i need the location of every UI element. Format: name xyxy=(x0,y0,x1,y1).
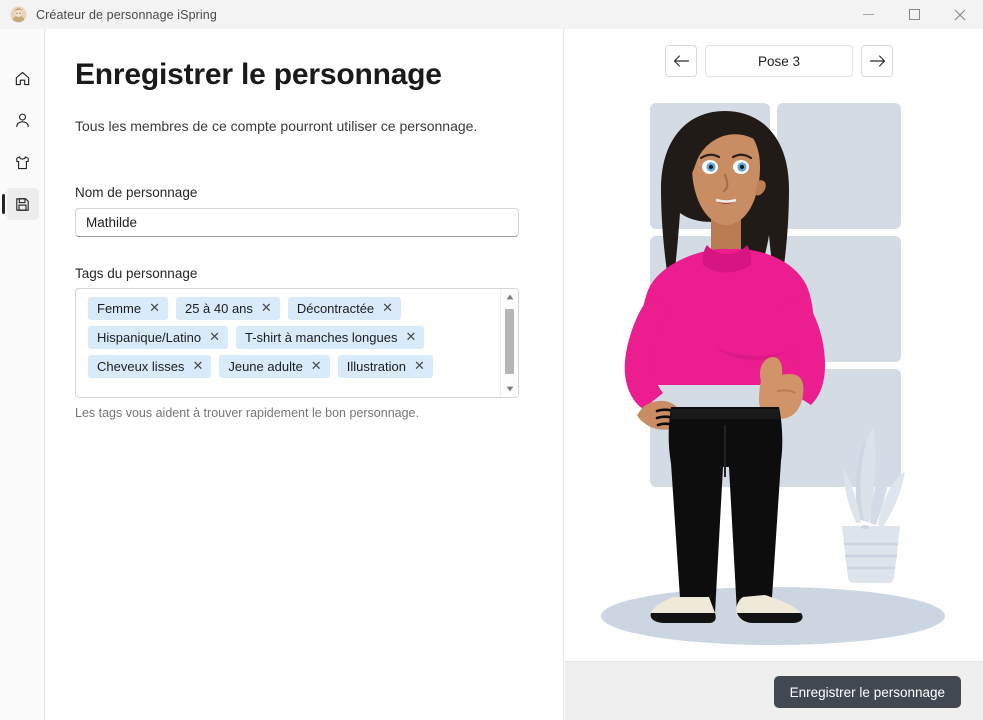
app-window: Créateur de personnage iSpring xyxy=(0,0,983,720)
tag-label: Cheveux lisses xyxy=(97,359,184,374)
tags-hint-text: Les tags vous aident à trouver rapidemen… xyxy=(75,406,419,420)
scroll-up-icon[interactable] xyxy=(501,289,518,305)
previous-pose-button[interactable] xyxy=(665,45,697,77)
sidebar-item-save[interactable] xyxy=(0,183,45,225)
tag-label: Décontractée xyxy=(297,301,374,316)
tag-label: 25 à 40 ans xyxy=(185,301,253,316)
sidebar-rail xyxy=(0,29,45,720)
sidebar-item-home[interactable] xyxy=(0,57,45,99)
tags-scrollbar[interactable] xyxy=(500,289,518,397)
tag-remove-icon[interactable]: ✕ xyxy=(149,302,160,315)
save-disk-icon xyxy=(7,188,39,220)
scroll-down-icon[interactable] xyxy=(501,381,518,397)
pose-navigation: Pose 3 xyxy=(665,45,893,77)
tag-remove-icon[interactable]: ✕ xyxy=(261,302,272,315)
minimize-button[interactable] xyxy=(845,0,891,29)
sidebar-item-clothing[interactable] xyxy=(0,141,45,183)
page-title: Enregistrer le personnage xyxy=(75,58,442,92)
tag-chip[interactable]: Hispanique/Latino ✕ xyxy=(88,326,228,349)
character-illustration xyxy=(565,89,983,659)
tag-remove-icon[interactable]: ✕ xyxy=(405,331,416,344)
tag-label: Femme xyxy=(97,301,141,316)
tags-field-label: Tags du personnage xyxy=(75,266,197,281)
maximize-button[interactable] xyxy=(891,0,937,29)
tag-chip[interactable]: Cheveux lisses ✕ xyxy=(88,355,211,378)
tags-list: Femme✕25 à 40 ans✕Décontractée✕Hispaniqu… xyxy=(76,289,501,398)
tag-remove-icon[interactable]: ✕ xyxy=(382,302,393,315)
tag-chip[interactable]: 25 à 40 ans ✕ xyxy=(176,297,280,320)
tag-chip[interactable]: T-shirt à manches longues ✕ xyxy=(236,326,424,349)
tag-remove-icon[interactable]: ✕ xyxy=(414,360,425,373)
window-controls xyxy=(845,0,983,29)
tag-remove-icon[interactable]: ✕ xyxy=(311,360,322,373)
home-icon xyxy=(7,62,39,94)
app-icon xyxy=(9,6,27,24)
tag-chip[interactable]: Illustration ✕ xyxy=(338,355,433,378)
tag-remove-icon[interactable]: ✕ xyxy=(192,360,203,373)
name-field-label: Nom de personnage xyxy=(75,185,197,200)
close-button[interactable] xyxy=(937,0,983,29)
character-name-input[interactable] xyxy=(75,208,519,237)
next-pose-button[interactable] xyxy=(861,45,893,77)
tags-container[interactable]: Femme✕25 à 40 ans✕Décontractée✕Hispaniqu… xyxy=(75,288,519,398)
footer-bar: Enregistrer le personnage xyxy=(565,661,983,720)
character-preview-panel: Pose 3 xyxy=(565,29,983,661)
sidebar-item-character[interactable] xyxy=(0,99,45,141)
tag-label: Jeune adulte xyxy=(228,359,302,374)
person-icon xyxy=(7,104,39,136)
scrollbar-thumb[interactable] xyxy=(505,309,514,374)
title-bar: Créateur de personnage iSpring xyxy=(0,0,983,30)
pose-label[interactable]: Pose 3 xyxy=(705,45,853,77)
tag-label: T-shirt à manches longues xyxy=(245,330,397,345)
save-character-form: Enregistrer le personnage Tous les membr… xyxy=(46,29,564,720)
page-subtitle: Tous les membres de ce compte pourront u… xyxy=(75,118,477,134)
window-title: Créateur de personnage iSpring xyxy=(36,8,217,22)
save-character-button[interactable]: Enregistrer le personnage xyxy=(774,676,961,708)
tag-label: Hispanique/Latino xyxy=(97,330,201,345)
tag-chip[interactable]: Femme ✕ xyxy=(88,297,168,320)
tag-remove-icon[interactable]: ✕ xyxy=(209,331,220,344)
tag-chip[interactable]: Jeune adulte ✕ xyxy=(219,355,329,378)
tshirt-icon xyxy=(7,146,39,178)
tag-label: Illustration xyxy=(347,359,406,374)
tag-chip[interactable]: Décontractée ✕ xyxy=(288,297,401,320)
